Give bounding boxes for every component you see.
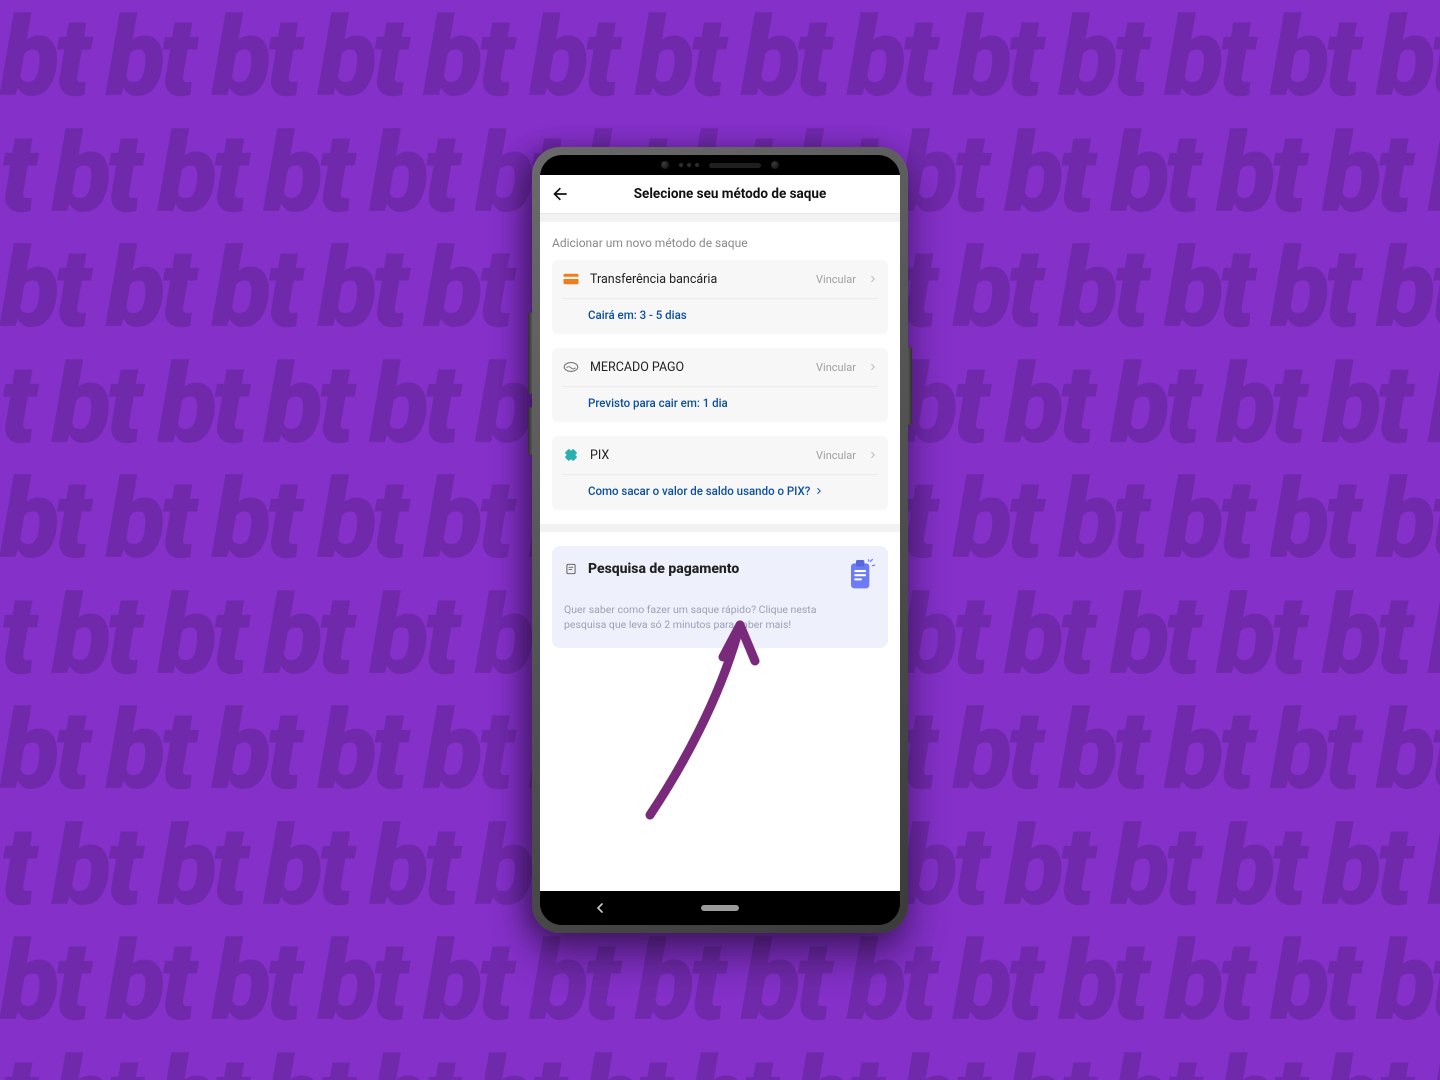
nav-home-button[interactable] (701, 905, 739, 911)
method-name: MERCADO PAGO (590, 360, 806, 375)
method-name: Transferência bancária (590, 272, 806, 287)
method-help-link[interactable]: Como sacar o valor de saldo usando o PIX… (552, 475, 888, 510)
nav-recent-button[interactable] (821, 900, 859, 916)
method-pix[interactable]: PIX Vincular Como sacar o valor de saldo… (552, 436, 888, 510)
method-eta: Previsto para cair em: 1 dia (552, 387, 888, 422)
phone-bixby-button (528, 407, 532, 455)
phone-bezel: Selecione seu método de saque Adicionar … (540, 155, 900, 925)
survey-title: Pesquisa de pagamento (588, 560, 836, 578)
chevron-right-icon (868, 450, 878, 460)
content-area: Adicionar um novo método de saque Transf… (540, 222, 900, 658)
chevron-right-icon (814, 486, 824, 496)
method-eta: Cairá em: 3 - 5 dias (552, 299, 888, 334)
phone-volume-button (528, 312, 532, 394)
method-bank-transfer[interactable]: Transferência bancária Vincular Cairá em… (552, 260, 888, 334)
pix-icon (562, 446, 580, 464)
note-icon (564, 562, 578, 576)
front-camera-icon (771, 161, 779, 169)
section-divider (540, 524, 900, 532)
nav-back-button[interactable] (581, 900, 619, 916)
method-action-label: Vincular (816, 361, 856, 374)
phone-sensor-bar (540, 155, 900, 175)
payment-survey-card[interactable]: Pesquisa de pagamento Quer saber como fa… (552, 546, 888, 648)
section-spacer (540, 214, 900, 222)
android-navbar (540, 891, 900, 925)
stage: bt bt bt bt bt bt bt bt bt bt bt bt bt b… (0, 0, 1440, 1080)
clipboard-icon (846, 558, 876, 592)
chevron-right-icon (868, 274, 878, 284)
proximity-sensor-icon (679, 163, 699, 167)
chevron-right-icon (868, 362, 878, 372)
page-title: Selecione seu método de saque (560, 186, 900, 202)
home-pill-icon (701, 905, 739, 911)
phone-mockup: Selecione seu método de saque Adicionar … (532, 147, 908, 933)
method-help-text: Como sacar o valor de saldo usando o PIX… (588, 484, 810, 498)
handshake-icon (562, 358, 580, 376)
method-name: PIX (590, 448, 806, 463)
method-action-label: Vincular (816, 273, 856, 286)
earpiece-icon (709, 163, 761, 168)
method-mercado-pago[interactable]: MERCADO PAGO Vincular Previsto para cair… (552, 348, 888, 422)
app-screen: Selecione seu método de saque Adicionar … (540, 175, 900, 891)
section-title: Adicionar um novo método de saque (552, 236, 888, 250)
survey-body: Quer saber como fazer um saque rápido? C… (564, 602, 851, 632)
phone-power-button (908, 347, 912, 425)
app-bar: Selecione seu método de saque (540, 175, 900, 214)
method-action-label: Vincular (816, 449, 856, 462)
front-camera-icon (661, 161, 669, 169)
credit-card-icon (562, 270, 580, 288)
